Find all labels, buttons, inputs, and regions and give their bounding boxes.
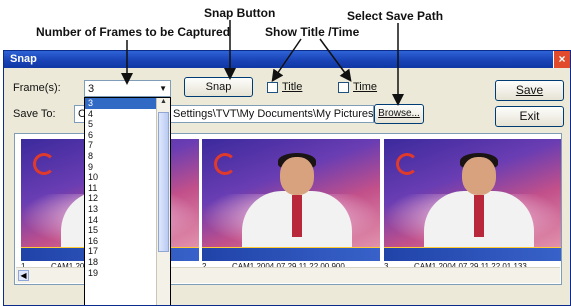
channel-logo-icon: [214, 153, 236, 175]
scroll-left-icon[interactable]: ◀: [18, 270, 29, 281]
news-ticker: [202, 247, 380, 261]
frames-option[interactable]: 10: [85, 172, 156, 183]
frames-option[interactable]: 18: [85, 257, 156, 268]
frames-option[interactable]: 12: [85, 193, 156, 204]
channel-logo-icon: [396, 153, 418, 175]
snap-button[interactable]: Snap: [184, 77, 253, 97]
frames-option[interactable]: 16: [85, 236, 156, 247]
annotation-frames-to-capture: Number of Frames to be Captured: [36, 25, 231, 39]
save-to-label: Save To:: [13, 108, 56, 120]
frames-option[interactable]: 3: [85, 98, 156, 109]
snap-dialog: Snap × Frame(s): 3 ▼ Snap Title Time Sav…: [3, 50, 571, 306]
browse-button[interactable]: Browse...: [374, 104, 424, 124]
save-button[interactable]: Save: [495, 80, 564, 101]
exit-button[interactable]: Exit: [495, 106, 564, 127]
scroll-up-icon[interactable]: ▲: [158, 98, 169, 110]
save-path-tail: Settings\TVT\My Documents\My Pictures: [173, 108, 374, 120]
frames-option[interactable]: 19: [85, 268, 156, 279]
time-checkbox-label: Time: [353, 81, 378, 93]
close-icon[interactable]: ×: [553, 51, 570, 68]
title-checkbox[interactable]: [267, 82, 278, 93]
channel-logo-icon: [33, 153, 55, 175]
frames-option[interactable]: 17: [85, 246, 156, 257]
frames-select[interactable]: 3 ▼: [84, 80, 171, 97]
frames-option[interactable]: 13: [85, 204, 156, 215]
scroll-thumb[interactable]: [158, 112, 169, 252]
frames-option[interactable]: 11: [85, 183, 156, 194]
frames-option[interactable]: 7: [85, 140, 156, 151]
title-bar: Snap ×: [4, 51, 570, 68]
frames-options: 3 4 5 6 7 8 9 10 11 12 13 14 15 16 17 18 19: [85, 98, 156, 278]
frames-option[interactable]: 4: [85, 109, 156, 120]
snap-button-label: Snap: [205, 81, 232, 93]
browse-button-label: Browse...: [378, 108, 420, 119]
frames-label: Frame(s):: [13, 82, 61, 94]
frames-option[interactable]: 9: [85, 162, 156, 173]
frames-option[interactable]: 15: [85, 225, 156, 236]
frames-selected-value: 3: [88, 83, 95, 95]
annotation-show-title-time: Show Title /Time: [265, 25, 360, 39]
annotation-snap-button: Snap Button: [204, 6, 276, 20]
news-ticker: [384, 247, 561, 261]
frames-option[interactable]: 14: [85, 215, 156, 226]
frames-option[interactable]: 5: [85, 119, 156, 130]
time-checkbox[interactable]: [338, 82, 349, 93]
title-checkbox-label: Title: [282, 81, 303, 93]
thumbnail-frame-3[interactable]: [384, 139, 561, 261]
chevron-down-icon[interactable]: ▼: [159, 84, 167, 93]
save-button-label: Save: [515, 83, 544, 97]
frames-option[interactable]: 6: [85, 130, 156, 141]
thumbnail-frame-2[interactable]: [202, 139, 380, 261]
dropdown-scrollbar[interactable]: ▲: [156, 98, 170, 305]
annotation-select-save-path: Select Save Path: [347, 9, 444, 23]
window-title: Snap: [10, 53, 37, 65]
frames-option[interactable]: 8: [85, 151, 156, 162]
exit-button-label: Exit: [519, 109, 540, 123]
frames-dropdown-list[interactable]: 3 4 5 6 7 8 9 10 11 12 13 14 15 16 17 18 19 ▲: [84, 97, 171, 305]
